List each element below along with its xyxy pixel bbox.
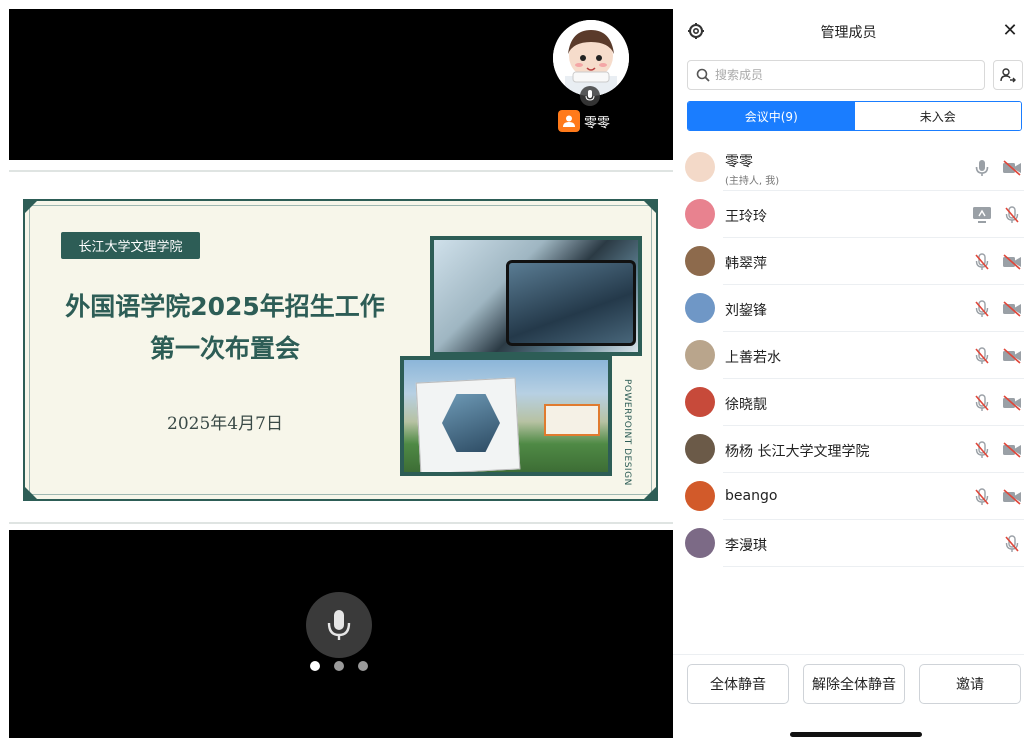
search-input[interactable]: [715, 68, 965, 82]
member-name: 李漫琪: [725, 538, 767, 554]
page-dot[interactable]: [334, 661, 344, 671]
member-avatar: [685, 246, 715, 276]
camera-off-icon[interactable]: [1001, 392, 1023, 414]
slide-side-text: POWERPOINT DESIGN: [622, 379, 632, 486]
add-member-button[interactable]: [993, 60, 1023, 90]
slide-photo-tablet: [430, 236, 642, 356]
member-name: 杨杨 长江大学文理学院: [725, 444, 870, 460]
shared-screen[interactable]: 长江大学文理学院 外国语学院2025年招生工作 第一次布置会 2025年4月7日…: [9, 170, 673, 524]
camera-off-icon[interactable]: [1001, 345, 1023, 367]
mic-off-icon[interactable]: [1001, 533, 1023, 555]
slide-title-line2: 第一次布置会: [149, 334, 300, 363]
add-person-icon: [1000, 68, 1016, 83]
presentation-slide: 长江大学文理学院 外国语学院2025年招生工作 第一次布置会 2025年4月7日…: [23, 199, 658, 501]
member-avatar: [685, 152, 715, 182]
speaker-name-tag: 零零: [558, 110, 610, 132]
page-dot[interactable]: [358, 661, 368, 671]
page-dot[interactable]: [310, 661, 320, 671]
slide-date: 2025年4月7日: [167, 414, 283, 434]
member-avatar: [685, 199, 715, 229]
member-row[interactable]: 李漫琪: [685, 520, 1024, 567]
member-row[interactable]: 零零 (主持人, 我): [685, 144, 1024, 191]
tab-in-meeting[interactable]: 会议中(9): [688, 102, 855, 130]
slide-title-line1: 外国语学院2025年招生工作: [65, 292, 385, 321]
unmute-all-button[interactable]: 解除全体静音: [803, 664, 905, 704]
member-name: 徐晓靓: [725, 397, 767, 413]
speaker-mic-icon: [580, 86, 600, 106]
member-row[interactable]: 王玲玲: [685, 191, 1024, 238]
meeting-window: 零零 长江大学文理学院 外国语学院2025年招生工作 第一次布置会 2025年4…: [0, 0, 1024, 752]
member-name: 韩翠萍: [725, 256, 767, 272]
mic-off-icon[interactable]: [971, 251, 993, 273]
member-role: (主持人, 我): [725, 176, 780, 187]
slide-school-tag: 长江大学文理学院: [61, 232, 200, 259]
home-indicator: [790, 732, 922, 737]
speaker-avatar: [553, 20, 629, 96]
member-name: 上善若水: [725, 350, 781, 366]
member-row[interactable]: 上善若水: [685, 332, 1024, 379]
footer-divider: [673, 654, 1024, 655]
mic-off-icon[interactable]: [1001, 204, 1023, 226]
screen-share-icon[interactable]: [971, 204, 993, 226]
member-row[interactable]: 韩翠萍: [685, 238, 1024, 285]
tab-not-joined[interactable]: 未入会: [854, 102, 1021, 130]
member-avatar: [685, 387, 715, 417]
mute-all-button[interactable]: 全体静音: [687, 664, 789, 704]
tablet-image: [506, 260, 636, 346]
member-row[interactable]: 徐晓靓: [685, 379, 1024, 426]
member-row[interactable]: beango: [685, 473, 1024, 520]
speaker-name: 零零: [584, 115, 611, 131]
mic-on-icon[interactable]: [971, 157, 993, 179]
camera-off-icon[interactable]: [1001, 439, 1023, 461]
member-avatar: [685, 434, 715, 464]
camera-off-icon[interactable]: [1001, 298, 1023, 320]
camera-off-icon[interactable]: [1001, 251, 1023, 273]
member-avatar: [685, 481, 715, 511]
mic-off-icon[interactable]: [971, 486, 993, 508]
search-box[interactable]: [687, 60, 985, 90]
mic-off-icon[interactable]: [971, 345, 993, 367]
member-name: 王玲玲: [725, 209, 767, 225]
mic-icon: [306, 592, 372, 658]
member-name: 刘鋆锋: [725, 303, 767, 319]
member-avatar: [685, 293, 715, 323]
member-row[interactable]: 杨杨 长江大学文理学院: [685, 426, 1024, 473]
slide-photo-campus: [400, 356, 612, 476]
signboard-image: [544, 404, 600, 436]
member-avatar: [685, 528, 715, 558]
mic-off-icon[interactable]: [971, 439, 993, 461]
close-icon[interactable]: ✕: [1000, 20, 1020, 41]
search-icon: [696, 68, 710, 82]
mic-off-icon[interactable]: [971, 298, 993, 320]
person-icon: [558, 110, 580, 132]
member-list: 零零 (主持人, 我) 王玲玲韩翠萍刘鋆锋上善若水徐晓靓杨杨 长江大学文理学院 bea…: [673, 144, 1024, 567]
member-tabs: 会议中(9) 未入会: [687, 101, 1022, 131]
member-name: beango: [725, 488, 778, 504]
camera-off-icon[interactable]: [1001, 157, 1023, 179]
member-name: 零零: [725, 154, 753, 170]
panel-title: 管理成员: [820, 25, 877, 41]
invite-button[interactable]: 邀请: [919, 664, 1021, 704]
member-row[interactable]: 刘鋆锋: [685, 285, 1024, 332]
member-avatar: [685, 340, 715, 370]
member-panel: 管理成员 ✕ 会议中(9) 未入会 零零 (主持人, 我) 王玲玲韩翠萍刘鋆锋上善若…: [673, 0, 1024, 752]
camera-off-icon[interactable]: [1001, 486, 1023, 508]
mic-off-icon[interactable]: [971, 392, 993, 414]
